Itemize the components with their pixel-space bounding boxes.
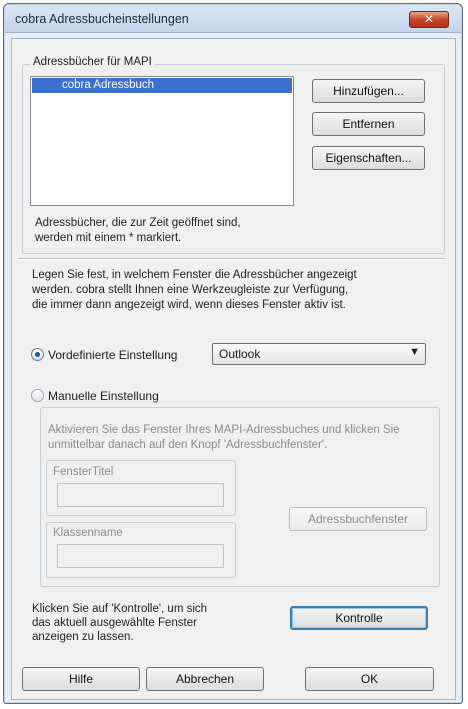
- window-title-field[interactable]: [57, 483, 224, 507]
- control-hint-line3: anzeigen zu lassen.: [32, 631, 134, 643]
- manual-hint-line2: unmittelbar danach auf den Knopf 'Adress…: [48, 439, 328, 451]
- open-books-note-line1: Adressbücher, die zur Zeit geöffnet sind…: [35, 217, 241, 229]
- add-button[interactable]: Hinzufügen...: [312, 79, 425, 103]
- predefined-window-select[interactable]: Outlook ▼: [212, 343, 426, 365]
- radio-checked-icon[interactable]: [31, 348, 44, 361]
- mapi-group-label: Adressbücher für MAPI: [30, 56, 155, 68]
- cancel-button[interactable]: Abbrechen: [146, 667, 264, 691]
- manual-setting-label[interactable]: Manuelle Einstellung: [48, 389, 159, 403]
- control-hint-line1: Klicken Sie auf 'Kontrolle', um sich: [32, 603, 208, 615]
- properties-button[interactable]: Eigenschaften...: [312, 146, 425, 170]
- address-window-button[interactable]: Adressbuchfenster: [289, 507, 427, 531]
- manual-hint-line1: Aktivieren Sie das Fenster Ihres MAPI-Ad…: [48, 424, 400, 436]
- predefined-setting-label[interactable]: Vordefinierte Einstellung: [48, 348, 177, 362]
- class-name-field[interactable]: [57, 544, 224, 568]
- chevron-down-icon[interactable]: ▼: [409, 346, 420, 358]
- window-section-line1: Legen Sie fest, in welchem Fenster die A…: [32, 269, 357, 281]
- help-button[interactable]: Hilfe: [22, 667, 140, 691]
- ok-button[interactable]: OK: [305, 667, 434, 691]
- window-title: cobra Adressbucheinstellungen: [15, 12, 189, 26]
- address-book-list[interactable]: cobra Adressbuch: [30, 76, 294, 206]
- radio-unchecked-icon[interactable]: [31, 389, 44, 402]
- window-section-line2: werden. cobra stellt Ihnen eine Werkzeug…: [32, 284, 349, 296]
- window-title-label: FensterTitel: [53, 466, 114, 478]
- close-button[interactable]: ✕: [409, 11, 449, 28]
- radio-dot: [35, 352, 40, 357]
- section-divider: [18, 258, 445, 260]
- list-item[interactable]: cobra Adressbuch: [32, 78, 292, 93]
- remove-button[interactable]: Entfernen: [312, 112, 425, 136]
- control-button[interactable]: Kontrolle: [290, 606, 428, 630]
- open-books-note-line2: werden mit einem * markiert.: [35, 232, 182, 244]
- combo-selected-value: Outlook: [219, 347, 261, 361]
- close-icon: ✕: [423, 12, 435, 26]
- class-name-label: Klassenname: [53, 527, 123, 539]
- title-bar[interactable]: cobra Adressbucheinstellungen ✕: [5, 5, 461, 33]
- window-section-line3: die immer dann angezeigt wird, wenn dies…: [32, 299, 346, 311]
- control-hint-line2: das aktuell ausgewählte Fenster: [32, 617, 197, 629]
